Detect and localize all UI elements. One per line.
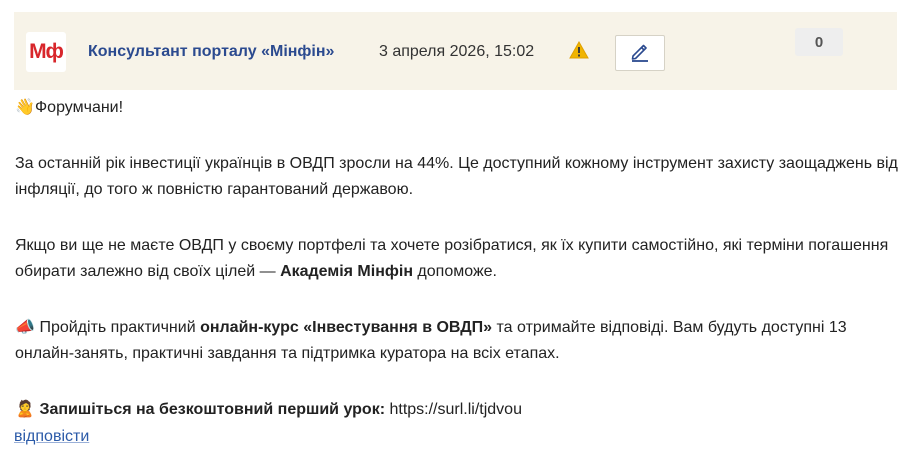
waving-hand-icon: 👋 <box>15 99 35 116</box>
pencil-icon <box>629 40 651 67</box>
greeting-paragraph: 👋Форумчани! <box>15 95 900 121</box>
vote-count[interactable]: 0 <box>795 28 843 56</box>
greeting-text: Форумчани! <box>35 99 124 116</box>
intro-paragraph: За останній рік інвестиції українців в О… <box>15 155 898 198</box>
academy-text-after: допоможе. <box>412 263 497 280</box>
megaphone-icon: 📣 <box>15 319 35 336</box>
reply-link[interactable]: відповісти <box>14 428 89 446</box>
post-header: Мф Консультант порталу «Мінфін» 3 апреля… <box>14 12 897 90</box>
author-name[interactable]: Консультант порталу «Мінфін» <box>88 43 334 61</box>
academy-paragraph: Якщо ви ще не маєте ОВДП у своєму портфе… <box>15 233 900 285</box>
course-name: онлайн-курс «Інвестування в ОВДП» <box>200 319 493 336</box>
signup-label: Запишіться на безкоштовний перший урок: <box>35 401 386 418</box>
course-paragraph: 📣 Пройдіть практичний онлайн-курс «Інвес… <box>15 315 900 367</box>
post-body: 👋Форумчани! За останній рік інвестиції у… <box>15 95 900 423</box>
warning-icon[interactable] <box>569 40 589 59</box>
post-datetime: 3 апреля 2026, 15:02 <box>379 43 535 60</box>
signup-url[interactable]: https://surl.li/tjdvou <box>385 401 522 418</box>
edit-button[interactable] <box>615 35 665 71</box>
course-text-before: Пройдіть практичний <box>35 319 201 336</box>
author-avatar[interactable]: Мф <box>26 32 66 72</box>
person-icon: 🙎 <box>15 401 35 418</box>
academy-name: Академія Мінфін <box>280 263 413 280</box>
signup-paragraph: 🙎 Запишіться на безкоштовний перший урок… <box>15 397 900 423</box>
